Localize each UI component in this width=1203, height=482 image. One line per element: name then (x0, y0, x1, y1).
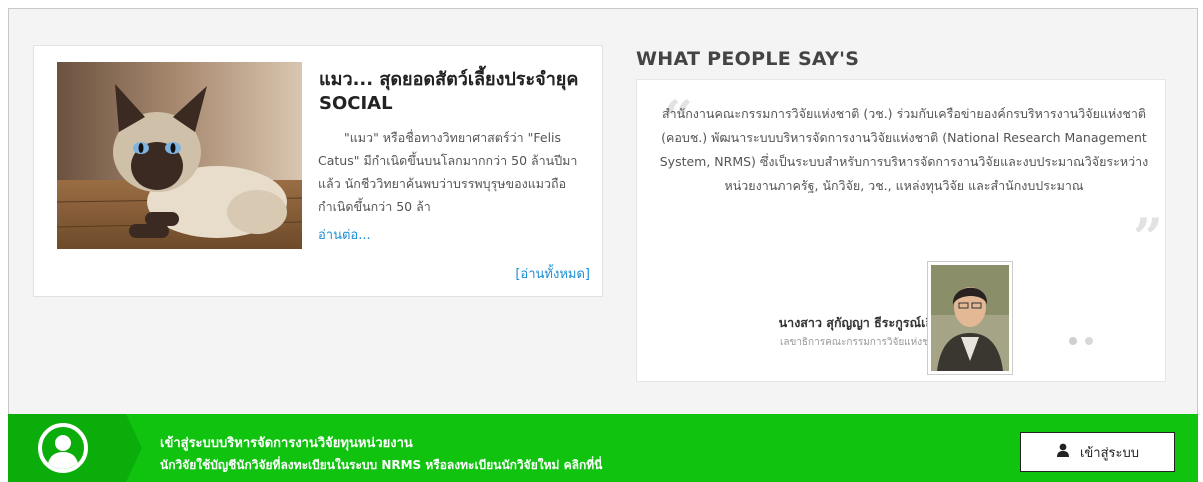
person-role: เลขาธิการคณะกรรมการวิจัยแห่งชาติ (779, 337, 941, 348)
login-bar-arrow (126, 414, 142, 482)
login-bar-subtitle[interactable]: นักวิจัยใช้บัญชีนักวิจัยที่ลงทะเบียนในระ… (160, 456, 602, 475)
login-bar-title[interactable]: เข้าสู่ระบบบริหารจัดการงานวิจัยทุนหน่วยง… (160, 432, 413, 453)
testimonial-text: สำนักงานคณะกรรมการวิจัยแห่งชาติ (วช.) ร่… (659, 106, 1149, 193)
cat-image[interactable] (57, 62, 302, 249)
testimonial-card: “ สำนักงานคณะกรรมการวิจัยแห่งชาติ (วช.) … (636, 79, 1166, 382)
login-bar[interactable]: เข้าสู่ระบบบริหารจัดการงานวิจัยทุนหน่วยง… (8, 414, 1198, 482)
person-photo (927, 261, 1013, 375)
news-excerpt: "แมว" หรือชื่อทางวิทยาศาสตร์ว่า "Felis C… (318, 130, 578, 214)
carousel-dot[interactable] (1085, 337, 1093, 345)
carousel-dot[interactable] (1069, 337, 1077, 345)
login-button-label: เข้าสู่ระบบ (1079, 445, 1140, 461)
person-photo-icon (931, 265, 1009, 371)
user-icon (1056, 443, 1070, 461)
carousel-dots (1069, 337, 1093, 345)
read-all-link[interactable]: [อ่านทั้งหมด] (515, 263, 590, 284)
news-card: แมว... สุดยอดสัตว์เลี้ยงประจำยุค SOCIAL … (33, 45, 603, 297)
news-title[interactable]: แมว... สุดยอดสัตว์เลี้ยงประจำยุค SOCIAL (319, 68, 589, 116)
user-avatar-icon (38, 423, 88, 473)
close-quote-icon: ” (1133, 208, 1163, 269)
testimonials-heading: WHAT PEOPLE SAY'S (636, 48, 860, 70)
read-more-link[interactable]: อ่านต่อ... (318, 224, 371, 245)
login-button[interactable]: เข้าสู่ระบบ (1020, 432, 1175, 472)
cat-photo-icon (57, 62, 302, 249)
person-name: นางสาว สุกัญญา ธีระกูรณ์เลิศ (778, 315, 941, 330)
